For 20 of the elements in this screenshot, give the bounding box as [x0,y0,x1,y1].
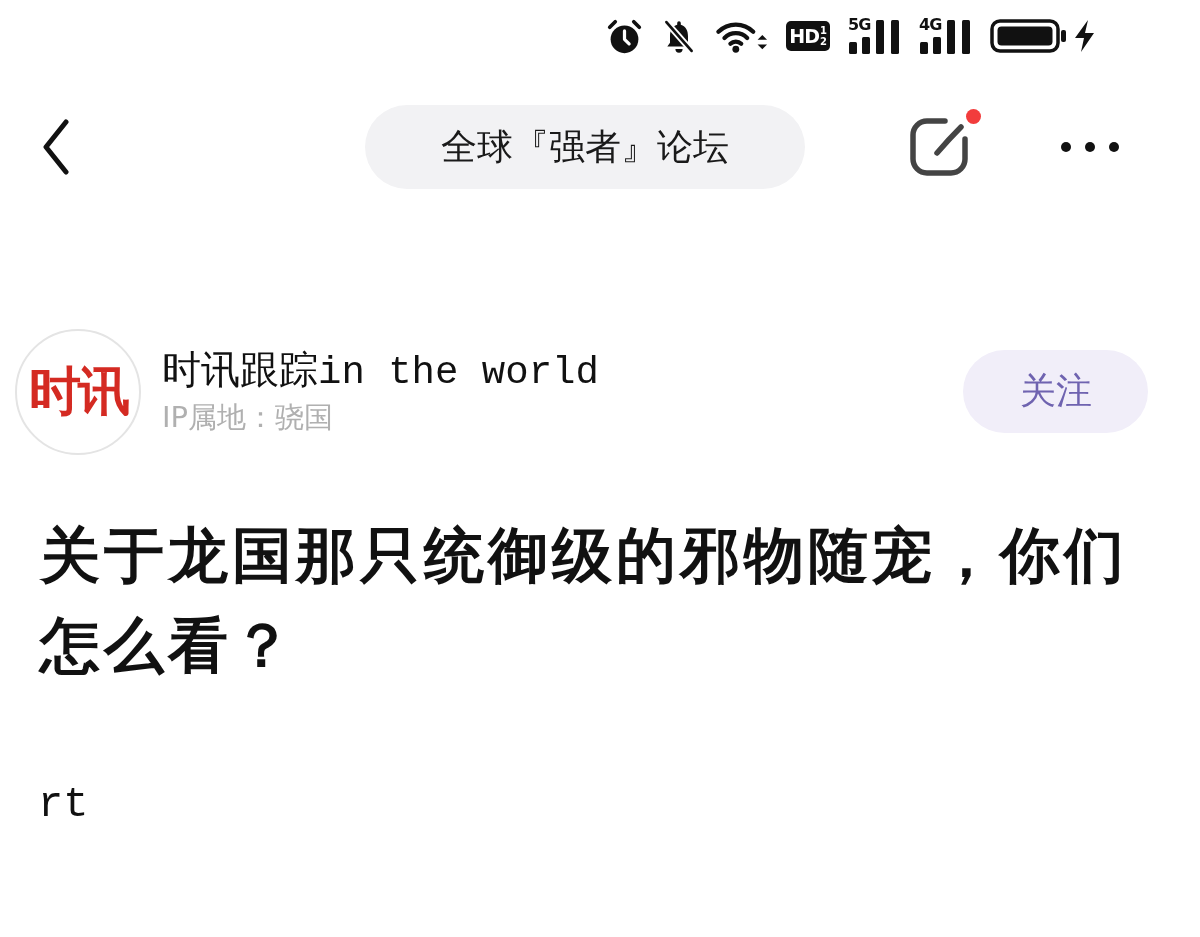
sim-slot-number: 2 [820,36,827,47]
ip-location: IP属地：骁国 [162,399,335,434]
forum-title-button[interactable]: 全球『强者』论坛 [365,105,805,189]
avatar-logo: 时讯 [15,328,141,455]
follow-button[interactable]: 关注 [963,350,1148,433]
signal-bars-icon [919,20,972,54]
more-dots-icon [1060,141,1120,153]
hd-label: HD [789,26,820,46]
signal-bars-icon [848,20,901,54]
network-type-label: 4G [919,16,942,34]
author-name: 时讯跟踪in the world [162,349,599,396]
post-body: rt [37,780,90,830]
alarm-clock-icon [606,17,644,55]
charging-bolt-icon [1074,20,1095,52]
network-type-label: 5G [848,16,871,34]
back-chevron-icon [42,119,70,175]
battery-icon [990,19,1068,53]
post-title: 关于龙国那只统御级的邪物随宠，你们怎么看？ [37,519,1129,682]
sim-slot-number: 1 [820,25,827,36]
edit-icon [909,117,971,177]
